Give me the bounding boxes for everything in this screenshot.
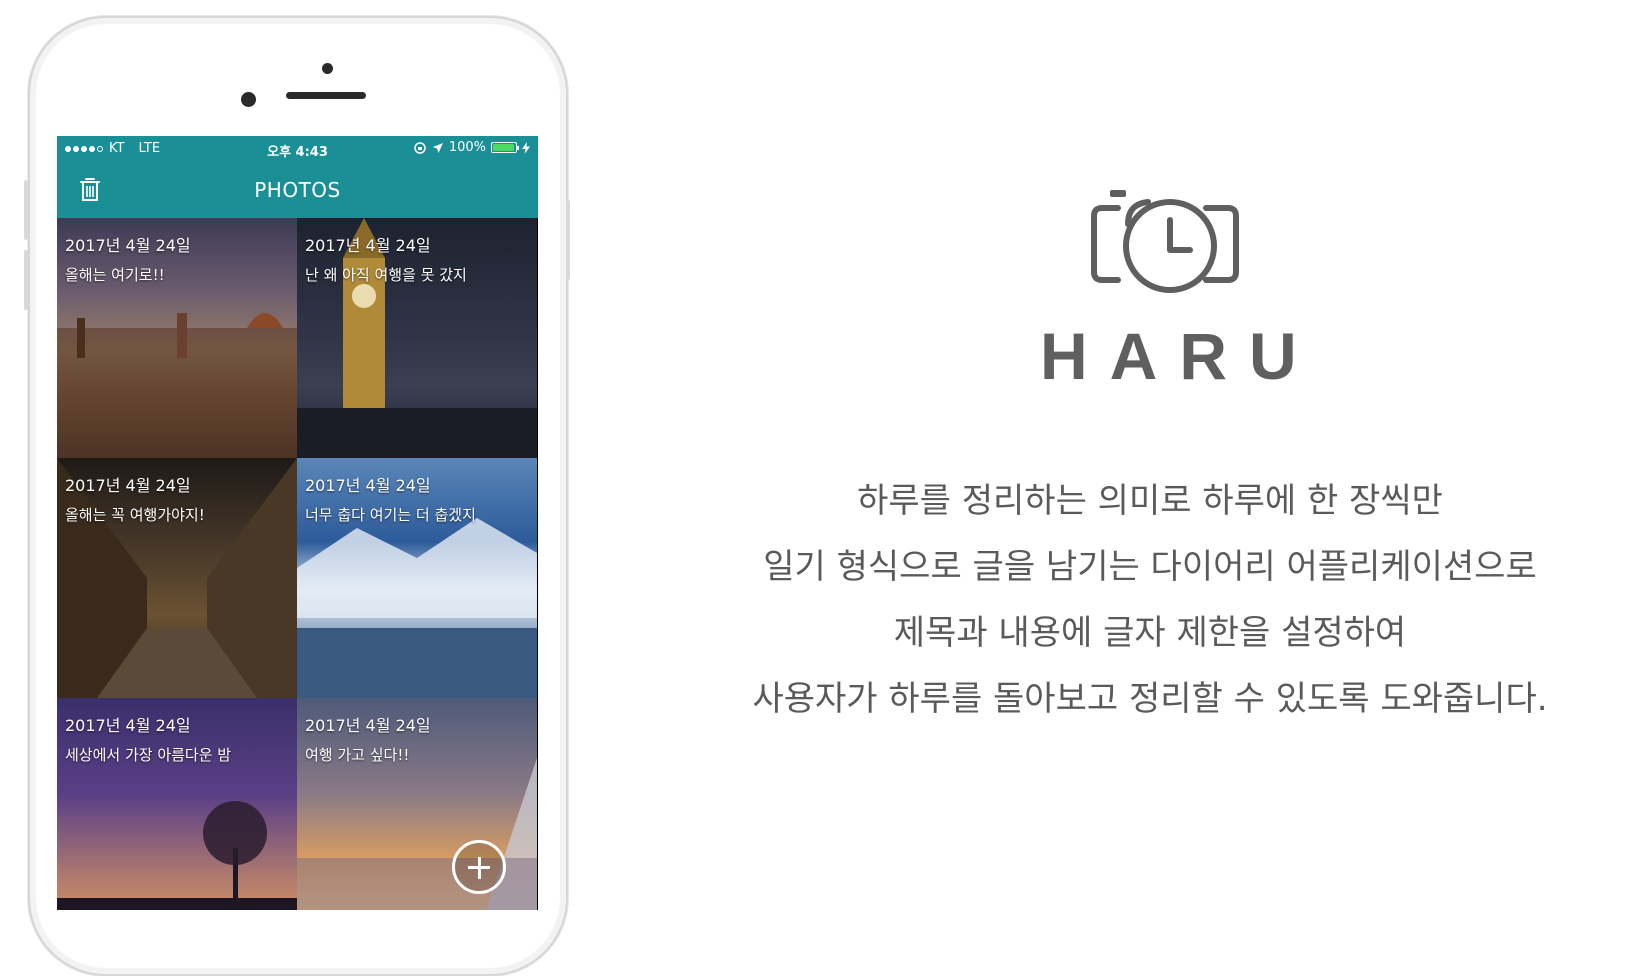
- description-line: 제목과 내용에 글자 제한을 설정하여: [893, 613, 1407, 653]
- entry-date: 2017년 4월 24일: [305, 236, 431, 255]
- entry-title: 너무 춥다 여기는 더 춥겠지: [305, 506, 476, 524]
- photo-card[interactable]: 2017년 4월 24일 세상에서 가장 아름다운 밤: [57, 698, 297, 910]
- photo-card[interactable]: 2017년 4월 24일 너무 춥다 여기는 더 춥겠지: [297, 458, 537, 698]
- entry-title: 올해는 여기로!!: [65, 266, 165, 284]
- battery-icon: [491, 142, 519, 153]
- front-sensor: [322, 63, 333, 74]
- description-line: 사용자가 하루를 돌아보고 정리할 수 있도록 도와줍니다.: [752, 679, 1548, 719]
- rotation-lock-icon: [414, 141, 426, 154]
- entry-date: 2017년 4월 24일: [305, 716, 431, 735]
- photo-grid: 2017년 4월 24일 올해는 여기로!! 2017년 4월 24일 난 왜 …: [57, 218, 538, 910]
- photo-card[interactable]: 2017년 4월 24일 난 왜 아직 여행을 못 갔지: [297, 218, 537, 458]
- entry-title: 세상에서 가장 아름다운 밤: [65, 746, 232, 764]
- battery-percent: 100%: [448, 140, 486, 155]
- entry-title: 여행 가고 싶다!!: [305, 746, 410, 764]
- photo-card[interactable]: 2017년 4월 24일 올해는 꼭 여행가야지!: [57, 458, 297, 698]
- earpiece-speaker: [286, 92, 366, 99]
- phone-screen: KT LTE 오후 4:43 100% PHOTOS 2017년 4월 24일 …: [57, 136, 538, 910]
- location-arrow-icon: [432, 142, 443, 153]
- volume-button: [24, 180, 28, 240]
- power-button: [566, 200, 570, 280]
- entry-date: 2017년 4월 24일: [305, 476, 431, 495]
- status-right: 100%: [413, 140, 530, 155]
- app-name: HARU: [1040, 319, 1319, 393]
- photo-card[interactable]: 2017년 4월 24일 올해는 여기로!!: [57, 218, 297, 458]
- entry-date: 2017년 4월 24일: [65, 476, 191, 495]
- status-bar: KT LTE 오후 4:43 100%: [57, 136, 538, 162]
- entry-date: 2017년 4월 24일: [65, 716, 191, 735]
- volume-button: [24, 250, 28, 310]
- entry-title: 올해는 꼭 여행가야지!: [65, 506, 205, 524]
- front-camera: [241, 92, 256, 107]
- entry-title: 난 왜 아직 여행을 못 갔지: [305, 266, 467, 284]
- entry-date: 2017년 4월 24일: [65, 236, 191, 255]
- app-description: 하루를 정리하는 의미로 하루에 한 장씩만 일기 형식으로 글을 남기는 다이…: [700, 468, 1600, 732]
- nav-bar: PHOTOS: [57, 162, 538, 218]
- haru-camera-clock-icon: [1091, 190, 1239, 293]
- add-entry-button[interactable]: [452, 840, 506, 894]
- charging-bolt-icon: [522, 141, 530, 154]
- description-line: 하루를 정리하는 의미로 하루에 한 장씩만: [857, 481, 1443, 521]
- page-title: PHOTOS: [254, 178, 341, 202]
- description-line: 일기 형식으로 글을 남기는 다이어리 어플리케이션으로: [763, 547, 1537, 587]
